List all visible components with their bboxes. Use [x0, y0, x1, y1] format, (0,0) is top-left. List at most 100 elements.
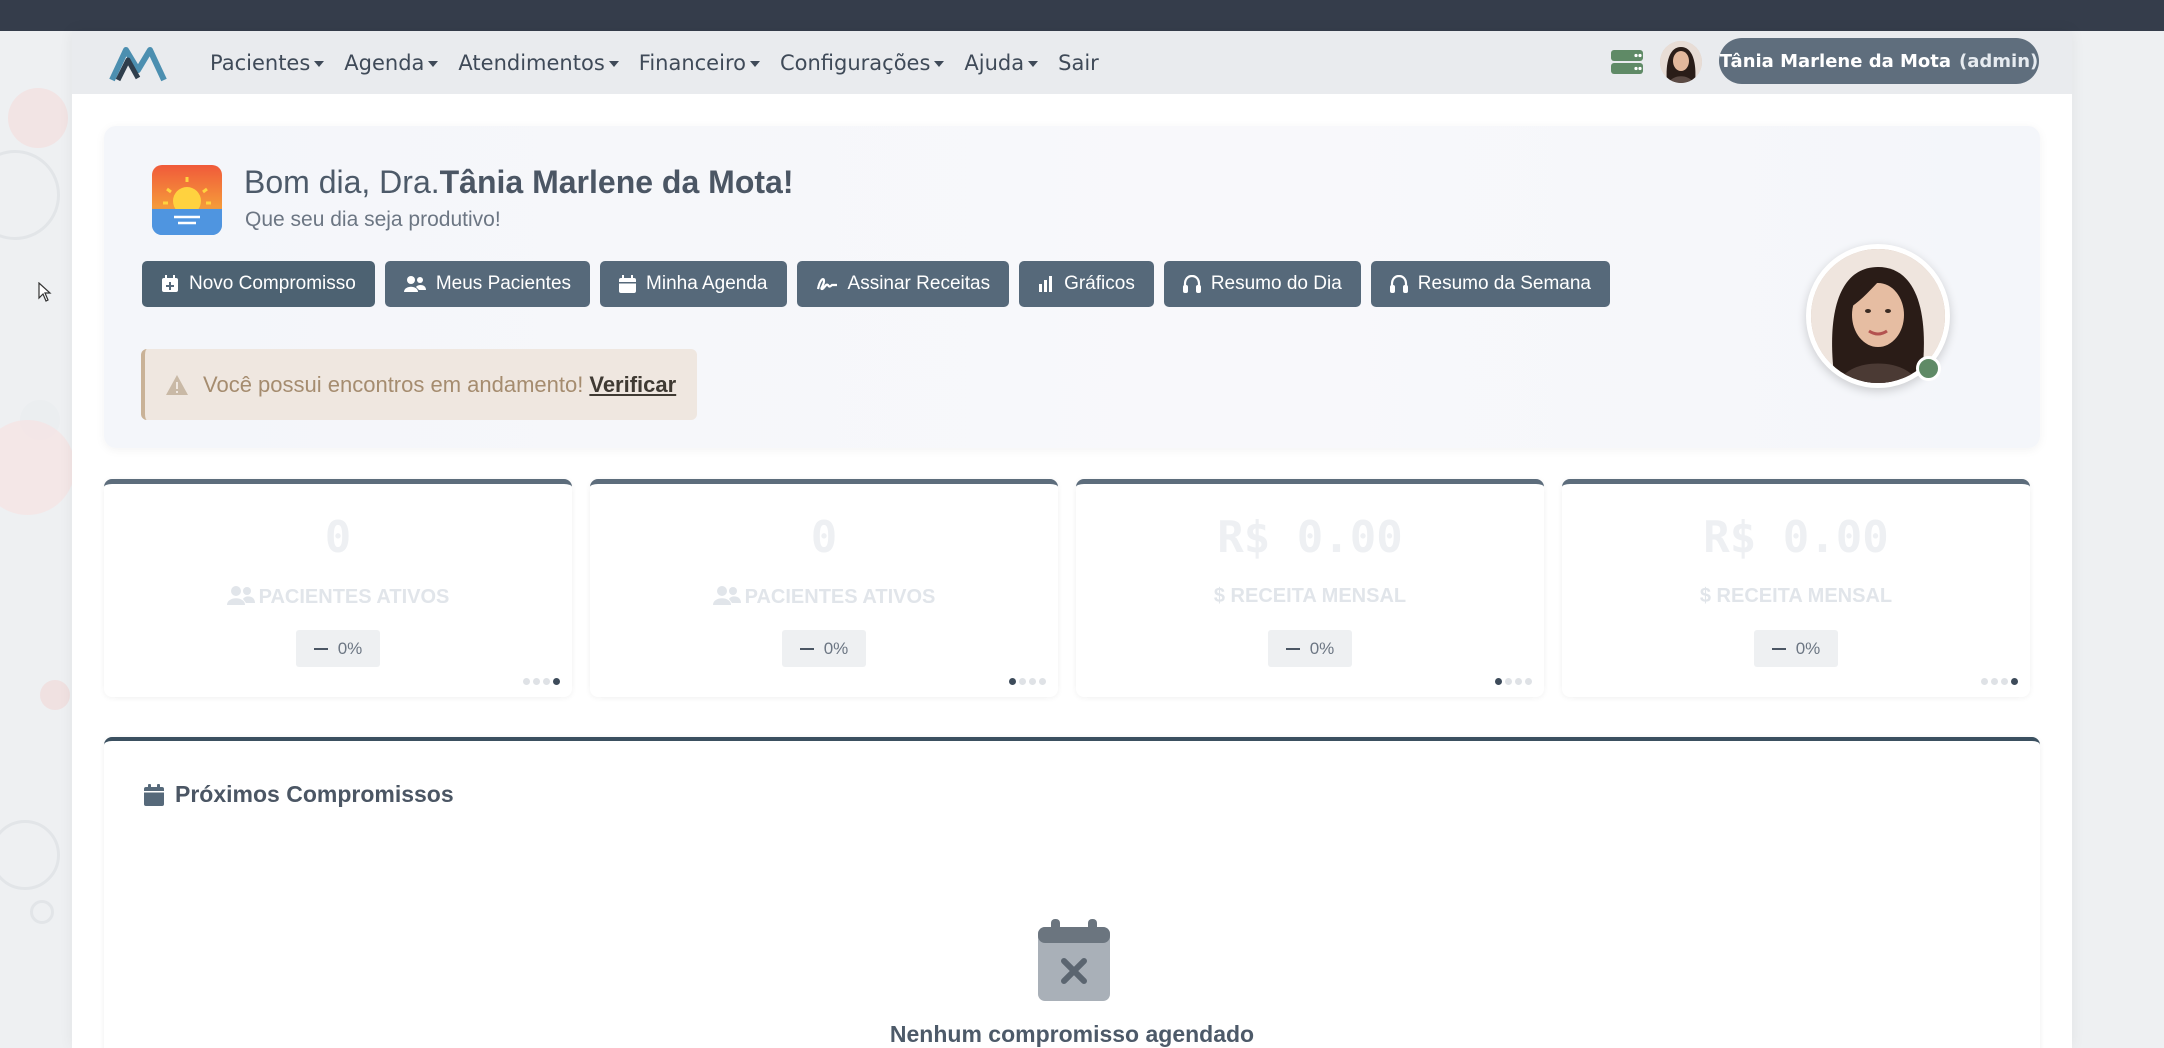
- browser-top-bar: [0, 0, 2164, 31]
- caret-down-icon: [934, 60, 945, 67]
- carousel-dot[interactable]: [1495, 678, 1502, 685]
- server-status-icon[interactable]: [1610, 48, 1644, 76]
- calendar-plus-icon: [161, 275, 179, 293]
- users-icon: [712, 586, 741, 605]
- stat-delta-badge: 0%: [782, 630, 866, 667]
- verify-link[interactable]: Verificar: [589, 372, 676, 398]
- stat-delta: 0%: [1309, 638, 1335, 658]
- minus-icon: [799, 647, 814, 650]
- action-label: Gráficos: [1064, 273, 1135, 294]
- quick-actions: Novo Compromisso Meus Pacientes Minha Agen…: [142, 261, 1610, 307]
- menu-item-label: Configurações: [779, 50, 931, 75]
- main-menu: Pacientes Agenda Atendimentos Financeiro Con…: [200, 31, 1109, 94]
- stat-label: PACIENTES ATIVOS: [258, 586, 450, 608]
- resumo-do-dia-button[interactable]: Resumo do Dia: [1163, 261, 1361, 307]
- stat-delta-badge: 0%: [1754, 630, 1838, 667]
- stat-delta: 0%: [823, 638, 849, 658]
- carousel-dot[interactable]: [1991, 678, 1998, 685]
- caret-down-icon: [1028, 60, 1039, 67]
- calendar-icon: [144, 783, 164, 806]
- caret-down-icon: [428, 60, 439, 67]
- menu-item-label: Sair: [1058, 50, 1099, 75]
- action-label: Assinar Receitas: [847, 273, 991, 294]
- stat-card: 0 PACIENTES ATIVOS 0%: [104, 479, 572, 697]
- user-avatar[interactable]: [1660, 41, 1702, 83]
- carousel-dot[interactable]: [1515, 678, 1522, 685]
- carousel-dot[interactable]: [1505, 678, 1512, 685]
- stat-value: R$ 0.00: [1217, 512, 1403, 563]
- user-name: Tânia Marlene da Mota: [1719, 50, 1952, 72]
- empty-appointments-message: Nenhum compromisso agendado: [889, 1021, 1255, 1047]
- carousel-dot[interactable]: [533, 678, 540, 685]
- carousel-dots[interactable]: [1495, 678, 1532, 685]
- menu-item-configura-es[interactable]: Configurações: [770, 51, 954, 75]
- navbar: Pacientes Agenda Atendimentos Financeiro Con…: [72, 31, 2072, 94]
- signature-icon: [816, 275, 838, 293]
- novo-compromisso-button[interactable]: Novo Compromisso: [142, 261, 375, 307]
- greeting-subtitle: Que seu dia seja produtivo!: [245, 208, 501, 231]
- minus-icon: [1285, 647, 1300, 650]
- carousel-dots[interactable]: [1009, 678, 1046, 685]
- menu-item-label: Agenda: [344, 50, 425, 75]
- carousel-dot[interactable]: [1009, 678, 1016, 685]
- greeting-name: Tânia Marlene da Mota!: [439, 164, 794, 200]
- warning-icon: [166, 374, 188, 395]
- stat-delta-badge: 0%: [296, 630, 380, 667]
- menu-item-financeiro[interactable]: Financeiro: [629, 51, 770, 75]
- caret-down-icon: [314, 60, 325, 67]
- carousel-dot[interactable]: [1039, 678, 1046, 685]
- minus-icon: [313, 647, 328, 650]
- stat-delta: 0%: [1795, 638, 1821, 658]
- carousel-dots[interactable]: [1981, 678, 2018, 685]
- stat-value: R$ 0.00: [1703, 512, 1889, 563]
- menu-item-label: Financeiro: [638, 50, 746, 75]
- menu-item-atendimentos[interactable]: Atendimentos: [448, 51, 628, 75]
- menu-item-agenda[interactable]: Agenda: [334, 51, 448, 75]
- action-label: Meus Pacientes: [435, 273, 572, 294]
- action-label: Minha Agenda: [646, 273, 768, 294]
- stat-label: PACIENTES ATIVOS: [744, 586, 936, 608]
- meus-pacientes-button[interactable]: Meus Pacientes: [384, 261, 591, 307]
- carousel-dots[interactable]: [523, 678, 560, 685]
- carousel-dot[interactable]: [523, 678, 530, 685]
- upcoming-appointments-card: Próximos Compromissos Nenhum compromisso…: [104, 737, 2040, 1048]
- assinar-receitas-button[interactable]: Assinar Receitas: [796, 261, 1010, 307]
- carousel-dot[interactable]: [2011, 678, 2018, 685]
- stat-label-row: $ RECEITA MENSAL: [1562, 585, 2030, 608]
- online-status-indicator: [1916, 356, 1941, 381]
- carousel-dot[interactable]: [553, 678, 560, 685]
- stat-delta-badge: 0%: [1268, 630, 1352, 667]
- ongoing-encounters-alert: Você possui encontros em andamento! Veri…: [141, 349, 697, 420]
- carousel-dot[interactable]: [1019, 678, 1026, 685]
- stat-value: 0: [324, 512, 352, 563]
- carousel-dot[interactable]: [2001, 678, 2008, 685]
- stat-card: R$ 0.00 $ RECEITA MENSAL 0%: [1076, 479, 1544, 697]
- user-menu-button[interactable]: Tânia Marlene da Mota (admin): [1719, 38, 2039, 84]
- resumo-da-semana-button[interactable]: Resumo da Semana: [1370, 261, 1610, 307]
- stat-label-row: PACIENTES ATIVOS: [590, 585, 1058, 609]
- stat-delta: 0%: [337, 638, 363, 658]
- calendar-icon: [619, 275, 637, 293]
- menu-item-pacientes[interactable]: Pacientes: [200, 51, 334, 75]
- carousel-dot[interactable]: [1029, 678, 1036, 685]
- menu-item-sair[interactable]: Sair: [1048, 51, 1109, 75]
- carousel-dot[interactable]: [1525, 678, 1532, 685]
- appointments-title: Próximos Compromissos: [143, 781, 454, 808]
- menu-item-ajuda[interactable]: Ajuda: [954, 51, 1048, 75]
- bar-chart-icon: [1038, 276, 1054, 292]
- action-label: Resumo da Semana: [1417, 273, 1591, 294]
- menu-item-label: Atendimentos: [458, 50, 605, 75]
- greeting-prefix: Bom dia, Dra.: [244, 164, 440, 200]
- app-logo[interactable]: [108, 42, 168, 84]
- minha-agenda-button[interactable]: Minha Agenda: [600, 261, 787, 307]
- stat-card: R$ 0.00 $ RECEITA MENSAL 0%: [1562, 479, 2030, 697]
- appointments-title-text: Próximos Compromissos: [175, 781, 454, 807]
- carousel-dot[interactable]: [1981, 678, 1988, 685]
- carousel-dot[interactable]: [543, 678, 550, 685]
- graficos-button[interactable]: Gráficos: [1019, 261, 1154, 307]
- sunrise-icon: [152, 165, 222, 235]
- users-icon: [403, 275, 426, 293]
- action-label: Novo Compromisso: [189, 273, 356, 294]
- stat-label: $ RECEITA MENSAL: [1213, 585, 1407, 607]
- users-icon: [226, 586, 255, 605]
